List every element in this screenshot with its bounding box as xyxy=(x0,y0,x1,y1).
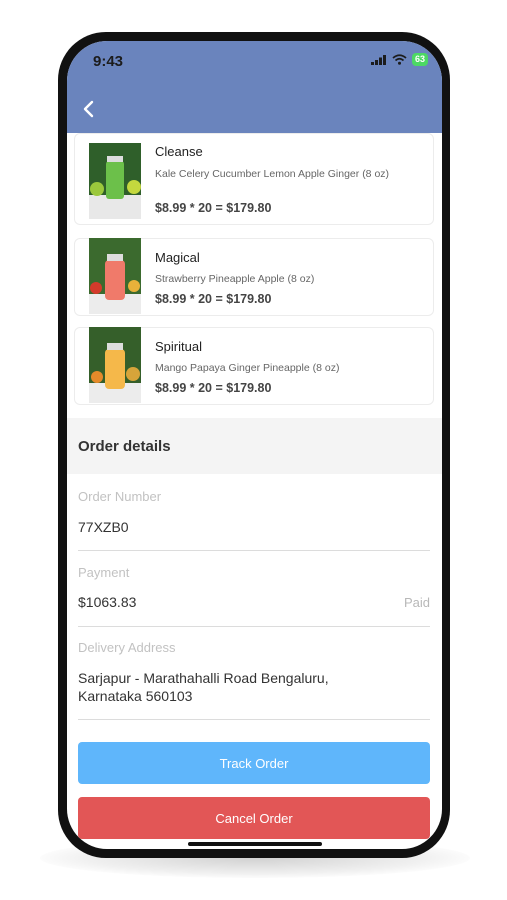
signal-icon xyxy=(370,54,386,65)
wifi-icon xyxy=(392,54,407,65)
product-image xyxy=(89,143,141,219)
back-arrow-icon[interactable] xyxy=(77,97,101,121)
product-description: Strawberry Pineapple Apple (8 oz) xyxy=(155,273,315,285)
product-image xyxy=(89,327,141,403)
cancel-order-button[interactable]: Cancel Order xyxy=(78,797,430,839)
product-price: $8.99 * 20 = $179.80 xyxy=(155,292,272,306)
divider xyxy=(78,626,430,627)
order-number-value: 77XZB0 xyxy=(78,519,129,535)
product-card[interactable]: Magical Strawberry Pineapple Apple (8 oz… xyxy=(74,238,434,316)
section-title: Order details xyxy=(78,438,171,455)
product-description: Kale Celery Cucumber Lemon Apple Ginger … xyxy=(155,168,390,180)
order-details-header: Order details xyxy=(67,418,442,474)
product-name: Spiritual xyxy=(155,339,202,354)
product-name: Cleanse xyxy=(155,144,203,159)
payment-label: Payment xyxy=(78,565,130,580)
order-number-label: Order Number xyxy=(78,489,162,504)
product-price: $8.99 * 20 = $179.80 xyxy=(155,201,272,215)
divider xyxy=(78,719,430,720)
product-description: Mango Papaya Ginger Pineapple (8 oz) xyxy=(155,362,340,374)
status-time: 9:43 xyxy=(93,53,124,70)
delivery-address-label: Delivery Address xyxy=(78,640,176,655)
battery-icon: 63 xyxy=(411,53,428,66)
track-order-button[interactable]: Track Order xyxy=(78,742,430,784)
product-price: $8.99 * 20 = $179.80 xyxy=(155,381,272,395)
home-indicator[interactable] xyxy=(188,842,322,846)
divider xyxy=(78,550,430,551)
product-card[interactable]: Spiritual Mango Papaya Ginger Pineapple … xyxy=(74,327,434,405)
app-screen: 9:43 63 Cleanse Kale Celery Cucumber Lem… xyxy=(67,41,442,849)
delivery-address-line1: Sarjapur - Marathahalli Road Bengaluru, xyxy=(78,670,329,686)
product-card[interactable]: Cleanse Kale Celery Cucumber Lemon Apple… xyxy=(74,133,434,225)
status-icons: 63 xyxy=(370,53,428,66)
product-name: Magical xyxy=(155,250,200,265)
product-image xyxy=(89,238,141,314)
delivery-address-line2: Karnataka 560103 xyxy=(78,688,193,704)
payment-amount: $1063.83 xyxy=(78,594,137,610)
app-header: 9:43 63 xyxy=(67,41,442,133)
payment-status: Paid xyxy=(403,595,430,610)
